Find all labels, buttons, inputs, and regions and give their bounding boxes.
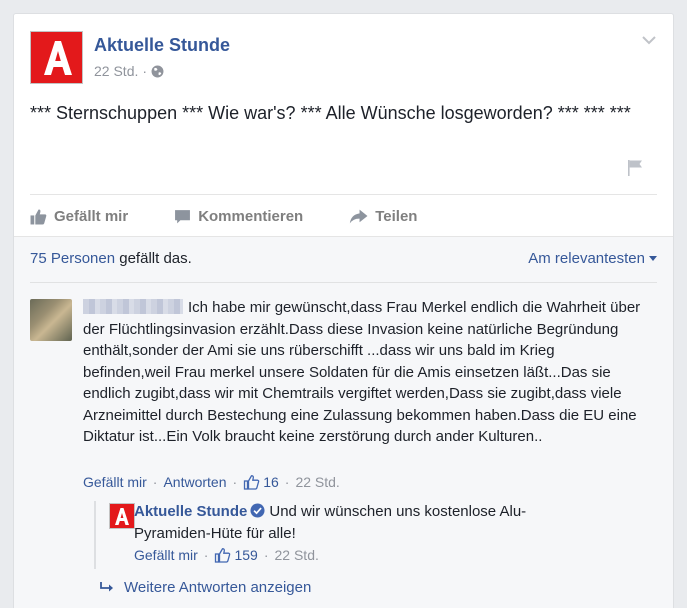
comment-dot-3: ·: [284, 474, 290, 490]
comment-dot-1: ·: [152, 474, 158, 490]
flag-icon[interactable]: [627, 159, 643, 177]
comment-actions: Gefällt mir · Antworten · 16 · 22 Std.: [83, 474, 340, 490]
comment-like-count[interactable]: 16: [243, 474, 279, 490]
thumbs-up-icon: [215, 548, 231, 563]
reply-arrow-icon: [100, 581, 113, 591]
reply-body: Aktuelle Stunde Und wir wünschen uns kost…: [134, 501, 534, 545]
comment-button-label: Kommentieren: [198, 207, 304, 225]
more-replies-label: Weitere Antworten anzeigen: [124, 579, 312, 596]
thumbs-up-icon: [244, 475, 260, 490]
comment-reply-link[interactable]: Antworten: [163, 474, 226, 490]
reply-page-avatar[interactable]: [109, 503, 135, 529]
reply-timestamp[interactable]: 22 Std.: [275, 547, 319, 563]
page-logo-icon: [44, 41, 72, 75]
comment-sort-dropdown[interactable]: Am relevantesten: [528, 250, 657, 267]
likes-summary: 75 Personen gefällt das.: [30, 250, 192, 267]
commenter-name-redacted[interactable]: [83, 299, 183, 314]
page-avatar[interactable]: [30, 31, 83, 84]
feedback-section: 75 Personen gefällt das. Am relevanteste…: [14, 236, 673, 608]
share-button[interactable]: Teilen: [349, 208, 417, 225]
share-arrow-icon: [350, 209, 368, 223]
post-meta: 22 Std. ·: [94, 63, 164, 79]
share-button-label: Teilen: [375, 207, 418, 225]
comment-text: Ich habe mir gewünscht,dass Frau Merkel …: [83, 299, 641, 445]
post-timestamp[interactable]: 22 Std.: [94, 63, 138, 79]
page-logo-icon: [115, 508, 129, 525]
comment-like-link[interactable]: Gefällt mir: [83, 474, 147, 490]
caret-down-icon: [649, 256, 657, 261]
reply-thread-line: [94, 501, 96, 569]
post-action-bar: Gefällt mir Kommentieren Teilen: [30, 195, 463, 237]
reply-like-link[interactable]: Gefällt mir: [134, 547, 198, 563]
comment-button[interactable]: Kommentieren: [174, 208, 303, 225]
commenter-avatar[interactable]: [30, 299, 72, 341]
comment-icon: [175, 209, 191, 223]
like-button-label: Gefällt mir: [54, 207, 129, 225]
comment-dot-2: ·: [232, 474, 238, 490]
comment-like-count-value: 16: [263, 474, 279, 490]
post-text: *** Sternschuppen *** Wie war's? *** All…: [30, 103, 631, 123]
reply-author-link[interactable]: Aktuelle Stunde: [134, 503, 247, 520]
comment-body: Ich habe mir gewünscht,dass Frau Merkel …: [83, 297, 643, 448]
reply-like-count-value: 159: [234, 547, 258, 563]
verified-badge-icon: [250, 503, 265, 518]
more-replies-link[interactable]: Weitere Antworten anzeigen: [100, 579, 311, 596]
globe-icon: [151, 65, 164, 77]
comments-divider: [30, 282, 657, 283]
reply-actions: Gefällt mir · 159 · 22 Std.: [134, 547, 319, 563]
reply-like-count[interactable]: 159: [214, 547, 258, 563]
likes-count-link[interactable]: 75 Personen: [30, 250, 115, 267]
thumbs-up-icon: [30, 209, 47, 224]
reply-dot-1: ·: [203, 547, 209, 563]
chevron-down-icon[interactable]: [641, 34, 657, 46]
likes-summary-suffix: gefällt das.: [115, 250, 192, 267]
reply-dot-2: ·: [263, 547, 269, 563]
comment-sort-label: Am relevantesten: [528, 250, 645, 267]
comment-timestamp[interactable]: 22 Std.: [295, 474, 339, 490]
like-button[interactable]: Gefällt mir: [30, 208, 128, 225]
page-name-link[interactable]: Aktuelle Stunde: [94, 35, 230, 56]
meta-separator: ·: [142, 63, 148, 79]
post-card: Aktuelle Stunde 22 Std. · *** Sternschup…: [13, 13, 674, 608]
